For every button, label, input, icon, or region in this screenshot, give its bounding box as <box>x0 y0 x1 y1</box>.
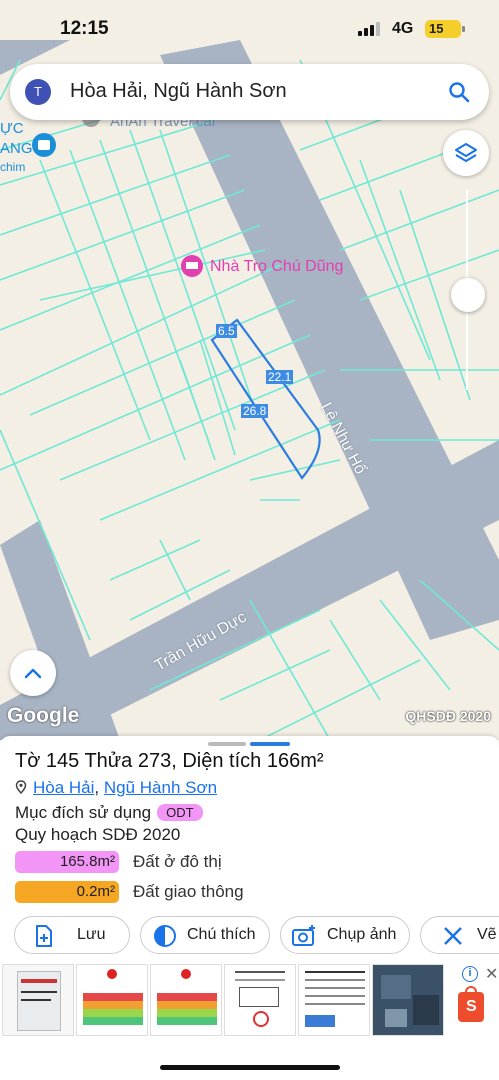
poi-edge-label-1: ỰC <box>0 120 24 137</box>
photo-thumbnail[interactable] <box>2 964 74 1036</box>
poi-edge-label-3: chim <box>0 160 26 174</box>
legend-button-label: Chú thích <box>187 926 256 943</box>
dimension-top: 6.5 <box>216 324 237 338</box>
status-time: 12:15 <box>60 18 109 39</box>
poi-guesthouse-label[interactable]: Nhà Trọ Chú Dũng <box>210 258 343 276</box>
parcel-info-sheet: Tờ 145 Thửa 273, Diện tích 166m² Hòa Hải… <box>0 736 499 1080</box>
search-icon[interactable] <box>447 80 471 104</box>
photo-thumbnail[interactable] <box>372 964 444 1036</box>
legend-label: Đất ở đô thị <box>133 852 222 871</box>
location-pin-icon <box>15 779 27 795</box>
search-bar[interactable]: T Hòa Hải, Ngũ Hành Sơn <box>10 64 489 120</box>
photo-thumbnail[interactable] <box>298 964 370 1036</box>
legend-value: 0.2m² <box>15 881 119 903</box>
action-bar: Lưu Chú thích Chụp ảnh Vẽ <box>0 916 499 956</box>
layers-button[interactable] <box>443 130 489 176</box>
photo-button-label: Chụp ảnh <box>327 926 397 943</box>
battery-icon: 15 <box>425 20 465 38</box>
sheet-handle-right[interactable] <box>250 742 290 746</box>
battery-level: 15 <box>429 21 444 36</box>
save-label: Lưu <box>77 926 106 943</box>
photo-button[interactable]: Chụp ảnh <box>280 916 410 954</box>
plan-label: Quy hoạch SDĐ 2020 <box>15 825 181 844</box>
home-indicator[interactable] <box>160 1065 340 1070</box>
sheet-handle-left[interactable] <box>208 742 246 746</box>
legend-value: 165.8m² <box>15 851 119 873</box>
district-link[interactable]: Ngũ Hành Sơn <box>104 778 217 797</box>
photo-thumbnail[interactable] <box>224 964 296 1036</box>
opacity-slider-thumb[interactable] <box>451 278 485 312</box>
ward-link[interactable]: Hòa Hải <box>33 778 94 797</box>
measure-button-label: Vẽ <box>477 926 497 943</box>
photo-thumbnail[interactable] <box>76 964 148 1036</box>
expand-sheet-button[interactable] <box>10 650 56 696</box>
chevron-up-icon <box>24 668 42 679</box>
parcel-title: Tờ 145 Thửa 273, Diện tích 166m² <box>15 750 324 772</box>
poi-edge-label-2: ANG <box>0 140 33 157</box>
ruler-pencil-icon <box>444 927 462 945</box>
add-document-icon <box>36 925 52 947</box>
map-credit: QHSDĐ 2020 <box>405 708 491 724</box>
half-circle-icon <box>154 925 176 947</box>
measure-button[interactable]: Vẽ <box>420 916 499 954</box>
dimension-right: 22.1 <box>266 370 294 384</box>
dimension-left: 26.8 <box>241 404 269 418</box>
search-input[interactable]: Hòa Hải, Ngũ Hành Sơn <box>70 80 287 103</box>
info-icon[interactable]: i <box>462 966 478 982</box>
signal-icon <box>358 22 384 36</box>
purpose-row: Mục đích sử dụng ODT <box>15 803 203 823</box>
legend-button[interactable]: Chú thích <box>140 916 270 954</box>
layers-icon <box>455 143 477 162</box>
close-icon[interactable]: ✕ <box>485 964 498 984</box>
status-bar: 12:15 4G 15 <box>0 0 499 60</box>
google-logo: Google <box>7 704 80 727</box>
parcel-location: Hòa Hải, Ngũ Hành Sơn <box>15 778 217 798</box>
legend-label: Đất giao thông <box>133 882 244 901</box>
purpose-badge: ODT <box>157 804 203 821</box>
shopping-bag-icon[interactable]: S <box>458 986 484 1022</box>
save-button[interactable]: Lưu <box>14 916 130 954</box>
add-photo-icon <box>292 925 315 946</box>
purpose-label: Mục đích sử dụng <box>15 803 152 822</box>
photo-thumbnail[interactable] <box>150 964 222 1036</box>
photo-strip: i ✕ S <box>0 964 499 1040</box>
avatar[interactable]: T <box>25 79 51 105</box>
network-type: 4G <box>392 20 414 37</box>
